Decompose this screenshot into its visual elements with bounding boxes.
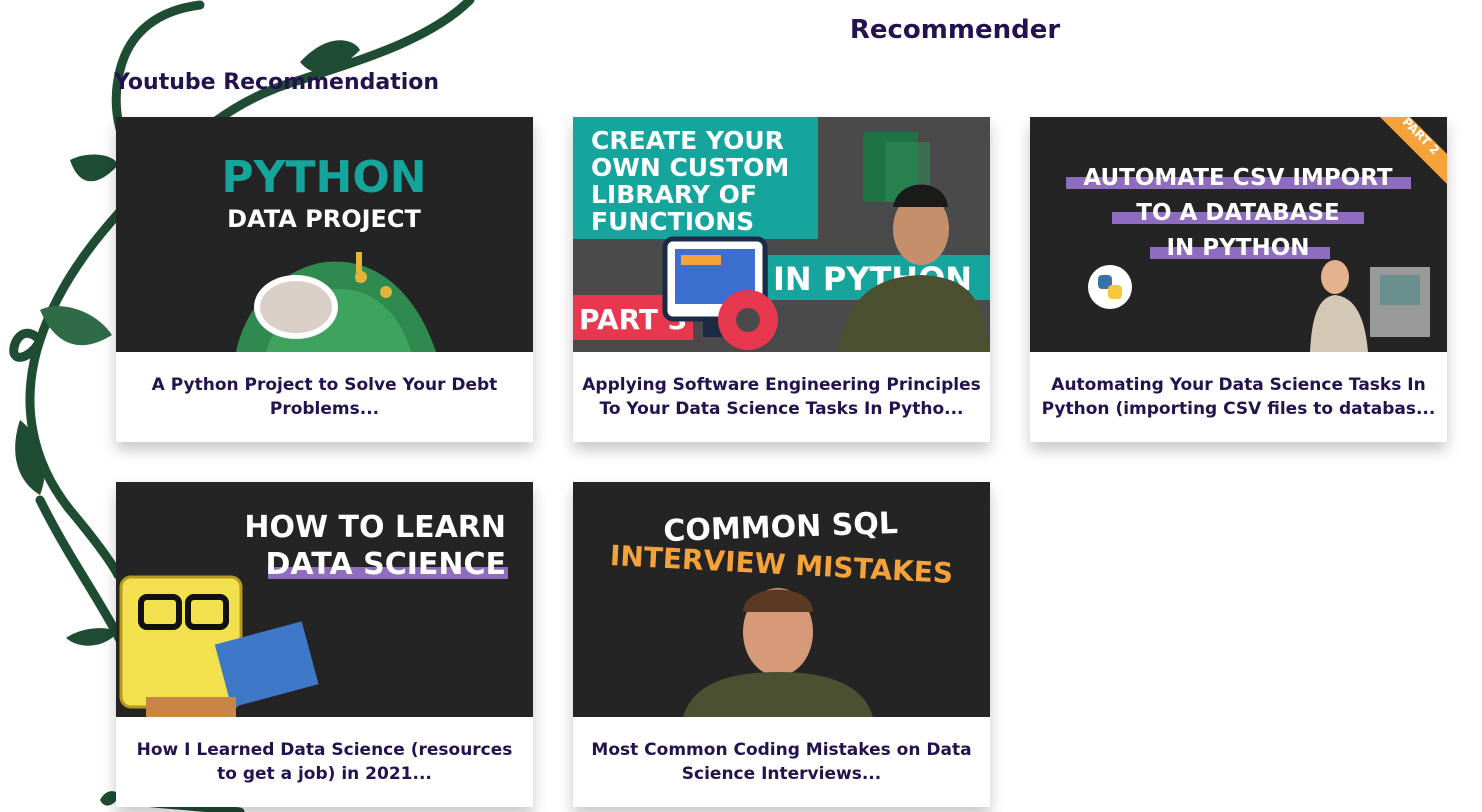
video-thumbnail[interactable]: CREATE YOUR OWN CUSTOM LIBRARY OF FUNCTI… <box>573 117 990 352</box>
python-logo-icon <box>1088 265 1132 309</box>
video-title-text: A Python Project to Solve Your Debt Prob… <box>151 375 498 419</box>
thumb-title-line: DATA SCIENCE <box>266 547 506 582</box>
video-card[interactable]: PYTHON DATA PROJECT A Python Project to … <box>116 117 533 442</box>
thumbnail-image: HOW TO LEARN DATA SCIENCE <box>116 482 533 717</box>
thumb-title-line: AUTOMATE CSV IMPORT <box>1083 165 1393 191</box>
video-title[interactable]: Applying Software Engineering Principles… <box>573 352 990 442</box>
thumb-title-line: FUNCTIONS <box>591 207 754 236</box>
thumb-title-line: CREATE YOUR <box>591 126 784 155</box>
section-title: Youtube Recommendation <box>114 70 440 95</box>
thumb-title-line: TO A DATABASE <box>1136 200 1339 226</box>
thumb-title-line: PYTHON <box>221 152 426 203</box>
thumbnail-image: CREATE YOUR OWN CUSTOM LIBRARY OF FUNCTI… <box>573 117 990 352</box>
thumbnail-image: PYTHON DATA PROJECT <box>116 117 533 352</box>
thumb-subtitle-line: DATA PROJECT <box>227 205 421 233</box>
video-title-text: How I Learned Data Science (resources to… <box>136 740 513 784</box>
video-thumbnail[interactable]: PYTHON DATA PROJECT <box>116 117 533 352</box>
thumb-title-line: HOW TO LEARN <box>244 510 506 545</box>
video-thumbnail[interactable]: COMMON SQL INTERVIEW MISTAKES <box>573 482 990 717</box>
thumb-title-line: OWN CUSTOM <box>591 153 789 182</box>
video-title[interactable]: How I Learned Data Science (resources to… <box>116 717 533 807</box>
video-card[interactable]: AUTOMATE CSV IMPORT TO A DATABASE IN PYT… <box>1030 117 1447 442</box>
video-title-text: Applying Software Engineering Principles… <box>582 375 981 419</box>
video-thumbnail[interactable]: HOW TO LEARN DATA SCIENCE <box>116 482 533 717</box>
gear-icon <box>718 290 778 350</box>
thumbnail-image: COMMON SQL INTERVIEW MISTAKES <box>573 482 990 717</box>
page-title: Recommender <box>849 15 1061 45</box>
thumb-title-line: IN PYTHON <box>1166 235 1309 261</box>
video-card[interactable]: CREATE YOUR OWN CUSTOM LIBRARY OF FUNCTI… <box>573 117 990 442</box>
video-thumbnail[interactable]: AUTOMATE CSV IMPORT TO A DATABASE IN PYT… <box>1030 117 1447 352</box>
video-title-text: Most Common Coding Mistakes on Data Scie… <box>591 740 972 784</box>
video-card[interactable]: HOW TO LEARN DATA SCIENCE How I Learned … <box>116 482 533 807</box>
video-title-text: Automating Your Data Science Tasks In Py… <box>1041 375 1436 419</box>
video-title[interactable]: A Python Project to Solve Your Debt Prob… <box>116 352 533 442</box>
video-title[interactable]: Most Common Coding Mistakes on Data Scie… <box>573 717 990 807</box>
thumb-title-line: LIBRARY OF <box>591 180 757 209</box>
thumbnail-image: AUTOMATE CSV IMPORT TO A DATABASE IN PYT… <box>1030 117 1447 352</box>
video-title[interactable]: Automating Your Data Science Tasks In Py… <box>1030 352 1447 442</box>
video-card[interactable]: COMMON SQL INTERVIEW MISTAKES Most Commo… <box>573 482 990 807</box>
